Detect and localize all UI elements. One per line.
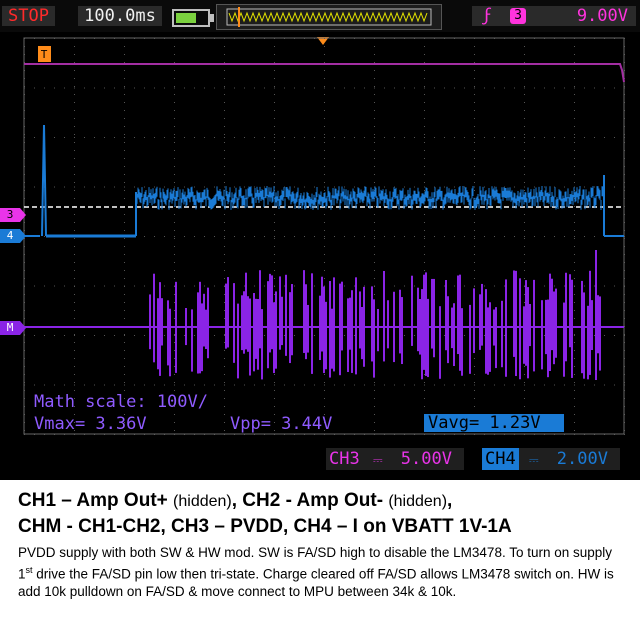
caption-line-1: CH1 – Amp Out+ (hidden), CH2 - Amp Out- … xyxy=(18,490,452,512)
vpp-readout: Vpp= 3.44V xyxy=(230,414,333,434)
ch3-scale-label: CH3 xyxy=(329,449,360,469)
oscilloscope-display: STOP 100.0ms ϝ 3 9.00V T 3 4 M Math scal… xyxy=(0,0,640,480)
ch3-scale-box[interactable]: CH3 ⎓ 5.00V xyxy=(326,448,464,470)
ch4-scale-box[interactable]: CH4 ⎓ 2.00V xyxy=(482,448,620,470)
dc-coupling-icon: ⎓ xyxy=(372,453,383,467)
caption-ch2-note: (hidden) xyxy=(388,493,448,510)
ch3-scale-value: 5.00V xyxy=(400,449,452,469)
ch4-trace xyxy=(24,124,624,238)
math-marker[interactable]: M xyxy=(0,321,26,335)
ch3-marker[interactable]: 3 xyxy=(0,208,26,222)
caption-ch1: CH1 – Amp Out+ xyxy=(18,490,168,511)
caption-line-2: CHM - CH1-CH2, CH3 – PVDD, CH4 – I on VB… xyxy=(18,516,512,537)
ch4-scale-value: 2.00V xyxy=(556,449,608,469)
caption: CH1 – Amp Out+ (hidden), CH2 - Amp Out- … xyxy=(0,480,640,640)
caption-ch2: , CH2 - Amp Out- xyxy=(231,490,384,511)
dc-coupling-icon: ⎓ xyxy=(528,453,539,467)
ch4-marker[interactable]: 4 xyxy=(0,229,26,243)
ch3-trace xyxy=(24,63,625,83)
math-trace xyxy=(24,250,624,380)
vavg-readout: Vavg= 1.23V xyxy=(424,414,564,432)
trigger-time-label: T xyxy=(41,48,48,61)
caption-body-sup: st xyxy=(25,564,33,575)
math-scale-readout: Math scale: 100V/ xyxy=(34,392,208,412)
caption-body: PVDD supply with both SW & HW mod. SW is… xyxy=(18,544,628,600)
vmax-readout: Vmax= 3.36V xyxy=(34,414,147,434)
ch4-scale-label: CH4 xyxy=(482,448,519,470)
caption-comma: , xyxy=(447,490,453,511)
caption-ch1-note: (hidden) xyxy=(173,493,232,510)
caption-body-b: drive the FA/SD pin low then tri-state. … xyxy=(18,566,614,599)
